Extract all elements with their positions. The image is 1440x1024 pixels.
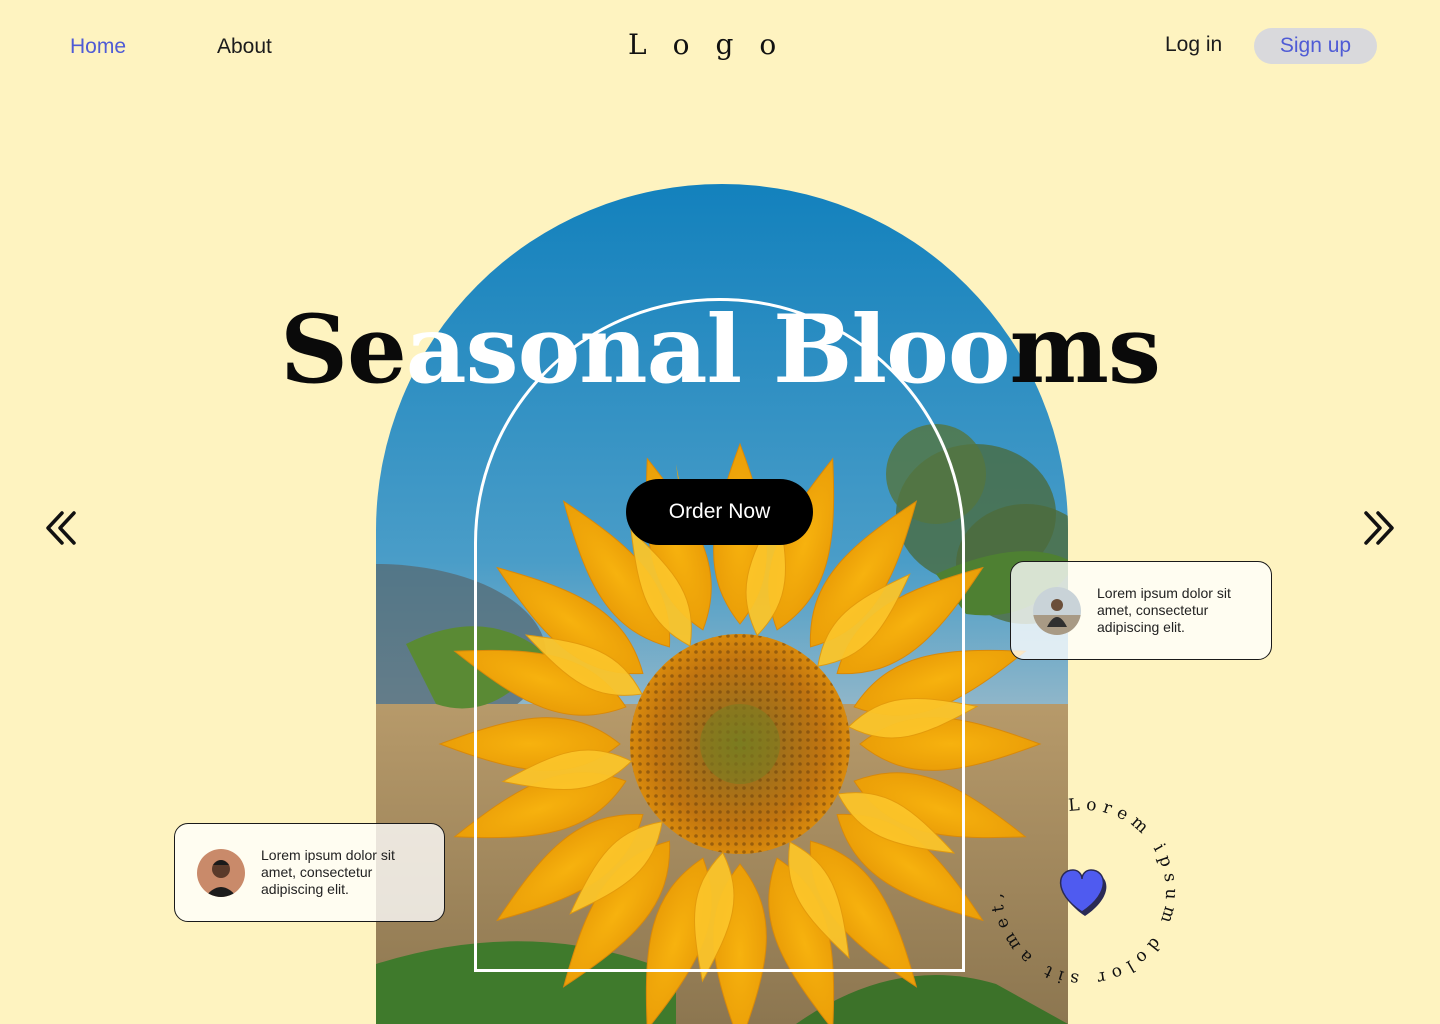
logo[interactable]: Logo xyxy=(628,28,828,61)
nav-home-link[interactable]: Home xyxy=(70,35,126,59)
login-link[interactable]: Log in xyxy=(1165,33,1222,57)
heart-icon xyxy=(1059,869,1107,916)
prev-button[interactable] xyxy=(42,508,82,548)
hero-title-part1: Se xyxy=(280,295,407,405)
double-chevron-right-icon xyxy=(1364,511,1394,545)
avatar xyxy=(197,848,245,897)
hero-title: Seasonal Blooms xyxy=(0,295,1440,405)
testimonial-card-top: Lorem ipsum dolor sit amet, consectetur … xyxy=(1010,561,1272,660)
card-text: Lorem ipsum dolor sit amet, consectetur … xyxy=(261,847,395,897)
signup-button[interactable]: Sign up xyxy=(1254,28,1377,64)
nav-about-link[interactable]: About xyxy=(217,35,272,59)
card-text: Lorem ipsum dolor sit amet, consectetur … xyxy=(1097,585,1231,635)
order-now-button[interactable]: Order Now xyxy=(626,479,813,545)
next-button[interactable] xyxy=(1358,508,1398,548)
testimonial-card-bottom: Lorem ipsum dolor sit amet, consectetur … xyxy=(174,823,445,922)
double-chevron-left-icon xyxy=(46,511,76,545)
avatar xyxy=(1033,586,1081,635)
hero-title-part2: asonal Bloo xyxy=(405,295,1011,405)
circular-badge: Lorem ipsum dolor sit amet, cons xyxy=(976,777,1184,992)
hero-title-part3: ms xyxy=(1009,295,1161,405)
